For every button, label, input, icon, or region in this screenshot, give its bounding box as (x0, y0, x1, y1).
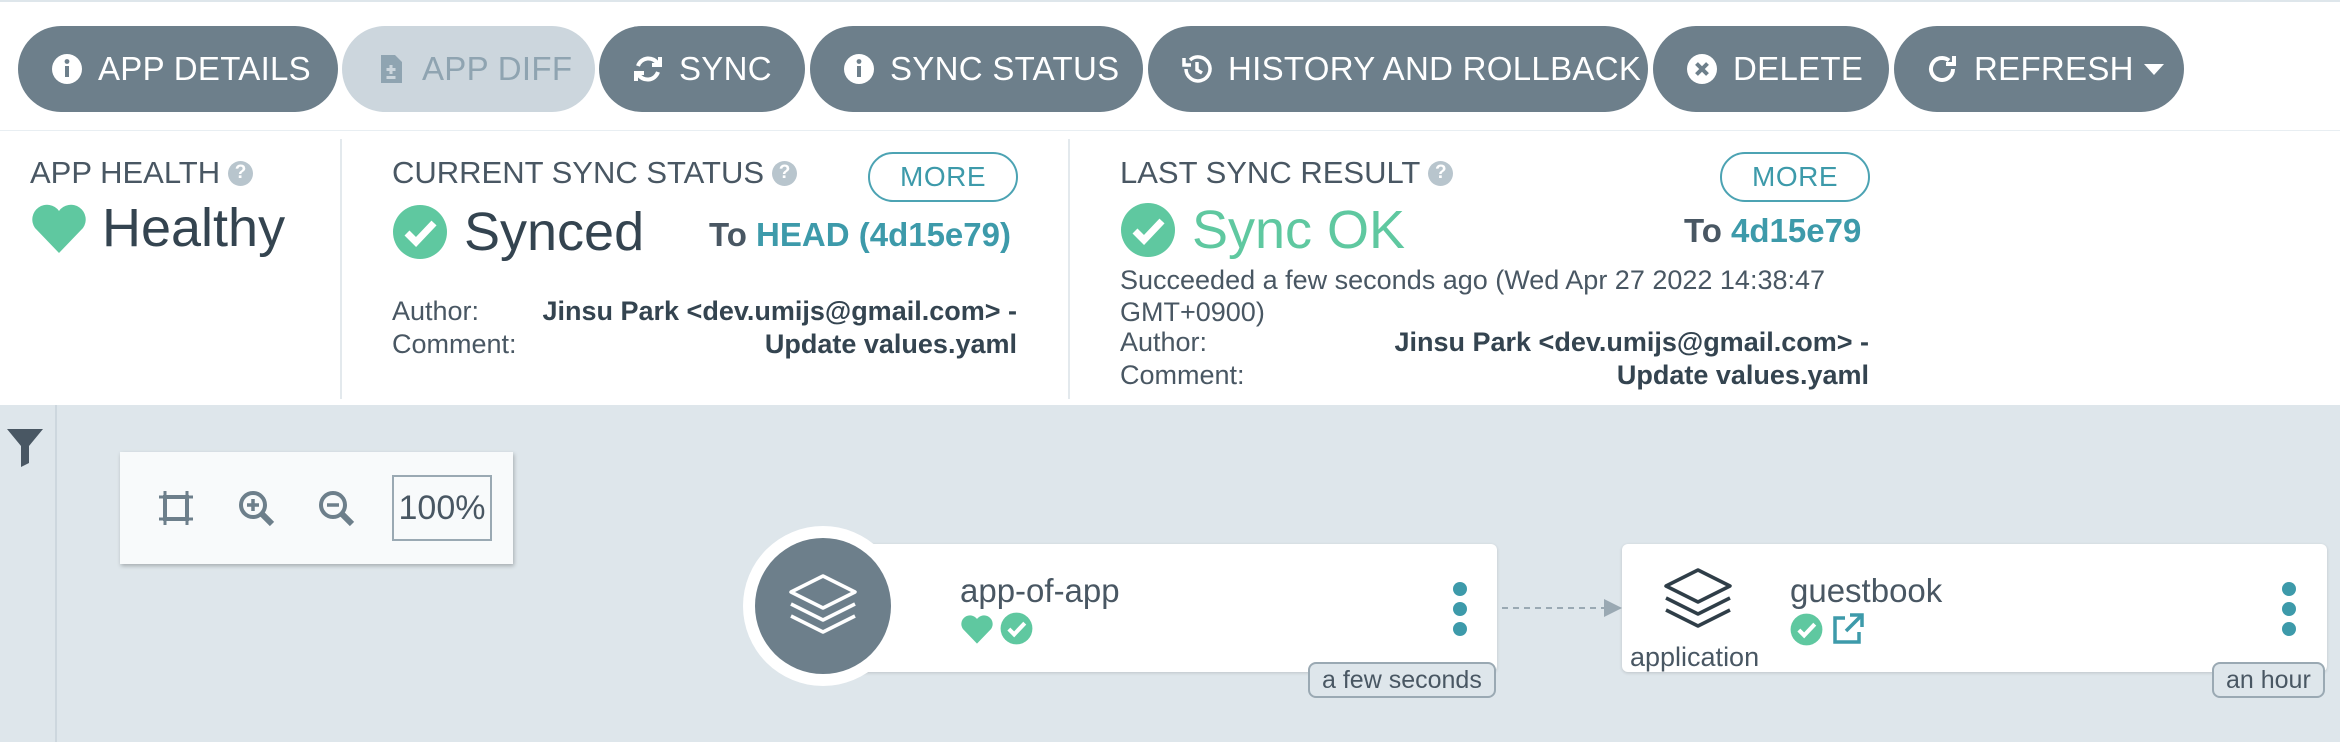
author-label: Author: (392, 296, 480, 326)
current-sync-more-button[interactable]: MORE (868, 152, 1018, 202)
app-health-value: Healthy (30, 197, 285, 259)
node-menu-icon[interactable] (2282, 582, 2296, 636)
delete-label: DELETE (1733, 50, 1864, 87)
check-circle-icon (1121, 203, 1175, 257)
author-value: Jinsu Park <dev.umijs@gmail.com> - (542, 296, 1017, 326)
current-sync-title: CURRENT SYNC STATUS? (392, 155, 798, 191)
caret-down-icon[interactable] (2143, 63, 2164, 75)
app-diff-label: APP DIFF (422, 50, 573, 87)
help-icon[interactable]: ? (772, 160, 798, 186)
zoom-in-icon[interactable] (230, 482, 282, 534)
zoom-controls: 100% (120, 452, 513, 564)
author-label: Author: (1120, 327, 1208, 357)
info-circle-icon (50, 52, 84, 86)
node-age-badge: a few seconds (1308, 662, 1496, 698)
check-circle-icon (1000, 612, 1033, 645)
zoom-out-icon[interactable] (310, 482, 362, 534)
node-name[interactable]: app-of-app (960, 572, 1120, 610)
node-kind: application (1630, 642, 1760, 672)
graph-node-app-of-app[interactable]: app-of-app (822, 544, 1497, 672)
comment-label: Comment: (1120, 360, 1245, 390)
revision-link[interactable]: HEAD (4d15e79) (756, 216, 1011, 253)
history-icon (1180, 52, 1214, 86)
redo-icon (1926, 52, 1960, 86)
sync-status-label: SYNC STATUS (890, 50, 1120, 87)
refresh-button[interactable]: REFRESH (1894, 26, 2184, 112)
last-sync-value: Sync OK (1120, 199, 1405, 261)
node-age-badge: an hour (2212, 662, 2325, 698)
node-status (960, 612, 1033, 645)
heart-icon (32, 204, 86, 253)
history-and-rollback-button[interactable]: HISTORY AND ROLLBACK (1148, 26, 1648, 112)
sync-button[interactable]: SYNC (599, 26, 805, 112)
file-diff-icon (374, 52, 408, 86)
comment-value: Update values.yaml (1616, 360, 1869, 390)
last-sync-title: LAST SYNC RESULT? (1120, 155, 1454, 191)
external-link-icon[interactable] (1831, 612, 1865, 646)
fit-to-screen-icon[interactable] (150, 482, 202, 534)
divider (1068, 139, 1070, 399)
delete-button[interactable]: DELETE (1653, 26, 1889, 112)
info-circle-icon (842, 52, 876, 86)
current-sync-value: Synced (392, 201, 644, 263)
status-panel: APP HEALTH? Healthy CURRENT SYNC STATUS?… (0, 130, 2340, 405)
history-and-rollback-label: HISTORY AND ROLLBACK (1228, 50, 1642, 87)
succeeded-text-continued: GMT+0900) (1120, 297, 1265, 327)
layers-icon (755, 538, 891, 674)
graph-node-guestbook[interactable]: application guestbook (1622, 544, 2327, 672)
author-value: Jinsu Park <dev.umijs@gmail.com> - (1394, 327, 1869, 357)
succeeded-text: Succeeded a few seconds ago (Wed Apr 27 … (1120, 265, 1826, 295)
node-status (1790, 612, 1865, 646)
comment-label: Comment: (392, 329, 517, 359)
app-details-button[interactable]: APP DETAILS (18, 26, 338, 112)
check-circle-icon (393, 205, 447, 259)
help-icon[interactable]: ? (228, 160, 254, 186)
last-sync-more-button[interactable]: MORE (1720, 152, 1870, 202)
comment-value: Update values.yaml (764, 329, 1017, 359)
current-sync-target: To HEAD (4d15e79) (709, 216, 1011, 253)
app-details-label: APP DETAILS (98, 50, 311, 87)
layers-icon (1664, 568, 1732, 628)
app-diff-button[interactable]: APP DIFF (342, 26, 595, 112)
revision-link[interactable]: 4d15e79 (1731, 212, 1861, 249)
sync-arrows-icon (631, 52, 665, 86)
graph-edge (1502, 599, 1622, 617)
refresh-label: REFRESH (1974, 50, 2134, 87)
heart-icon (961, 614, 993, 644)
zoom-level[interactable]: 100% (392, 475, 492, 541)
divider (340, 139, 342, 399)
check-circle-icon (1790, 613, 1823, 645)
app-health-title: APP HEALTH? (30, 155, 254, 191)
last-sync-target: To 4d15e79 (1684, 212, 1862, 249)
times-circle-icon (1685, 52, 1719, 86)
node-name[interactable]: guestbook (1790, 572, 1942, 610)
filter-icon[interactable] (6, 427, 44, 467)
toolbar: APP DETAILS APP DIFF SYNC SYNC STATUS HI… (0, 0, 2340, 130)
help-icon[interactable]: ? (1428, 160, 1454, 186)
sync-label: SYNC (679, 50, 772, 87)
node-menu-icon[interactable] (1453, 582, 1467, 636)
sync-status-button[interactable]: SYNC STATUS (810, 26, 1143, 112)
filter-sidebar (0, 405, 57, 742)
